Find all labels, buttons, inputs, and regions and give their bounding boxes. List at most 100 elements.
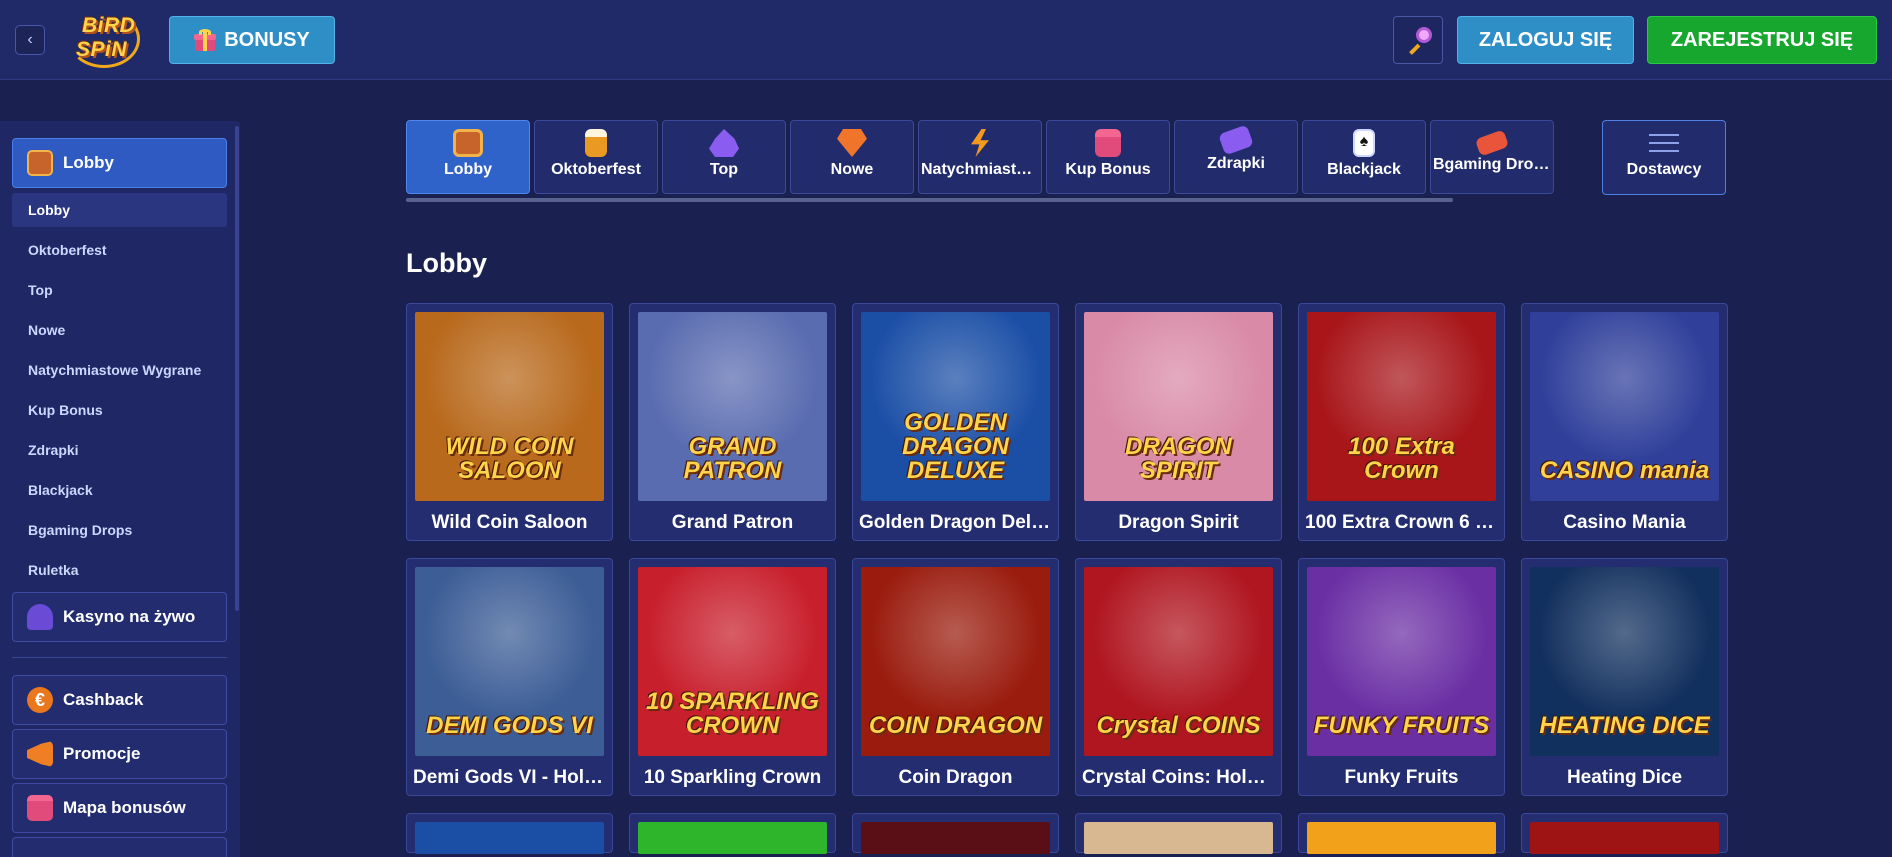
game-title: 10 Sparkling Crown xyxy=(643,767,822,788)
sidebar-subitem-nowe[interactable]: Nowe xyxy=(12,313,227,347)
game-card[interactable] xyxy=(1075,813,1282,854)
game-thumbnail[interactable]: DEMI GODS VI xyxy=(415,567,604,756)
game-thumbnail[interactable]: GRAND PATRON xyxy=(638,312,827,501)
game-thumbnail[interactable]: GOLDEN DRAGON DELUXE xyxy=(861,312,1050,501)
game-thumbnail-logo: CASINO mania xyxy=(1539,457,1710,484)
sidebar-item-promotions[interactable]: Promocje xyxy=(12,729,227,779)
game-card[interactable]: GOLDEN DRAGON DELUXE Golden Dragon Deluxe xyxy=(852,303,1059,541)
game-thumbnail-logo: 10 SPARKLING CROWN xyxy=(646,688,819,739)
game-thumbnail[interactable]: Crystal COINS xyxy=(1084,567,1273,756)
sidebar-subitem-buy-bonus[interactable]: Kup Bonus xyxy=(12,393,227,427)
game-title: Crystal Coins: Hold to Win xyxy=(1082,767,1275,788)
game-thumbnail-logo: HEATING DICE xyxy=(1539,712,1710,739)
game-card[interactable]: GRAND PATRON Grand Patron xyxy=(629,303,836,541)
game-thumbnail[interactable]: 10 SPARKLING CROWN xyxy=(638,567,827,756)
game-thumbnail[interactable]: CASINO mania xyxy=(1530,312,1719,501)
sidebar-item-cashback[interactable]: € Cashback xyxy=(12,675,227,725)
section-title: Lobby xyxy=(406,248,487,278)
sidebar-item-partial[interactable] xyxy=(12,837,227,857)
sidebar-scrollbar[interactable] xyxy=(235,126,239,611)
bonuses-label: BONUSY xyxy=(224,28,310,51)
tab-blackjack[interactable]: ♠ Blackjack xyxy=(1302,120,1426,194)
fire-icon xyxy=(709,129,739,157)
game-thumbnail[interactable] xyxy=(638,822,827,854)
bonuses-button[interactable]: BONUSY xyxy=(169,16,335,64)
ticket-icon xyxy=(1474,129,1510,157)
collapse-sidebar-button[interactable]: ‹ xyxy=(15,25,45,55)
tab-label: Blackjack xyxy=(1327,161,1401,178)
game-card[interactable] xyxy=(406,813,613,854)
sidebar-subitem-oktoberfest[interactable]: Oktoberfest xyxy=(12,233,227,267)
game-card[interactable]: DRAGON SPIRIT Dragon Spirit xyxy=(1075,303,1282,541)
register-button[interactable]: ZAREJESTRUJ SIĘ xyxy=(1647,16,1877,64)
game-thumbnail[interactable]: 100 Extra Crown xyxy=(1307,312,1496,501)
tab-label: Oktoberfest xyxy=(551,161,641,178)
game-thumbnail[interactable]: COIN DRAGON xyxy=(861,567,1050,756)
game-card[interactable] xyxy=(1298,813,1505,854)
sidebar-subitem-bgaming-drops[interactable]: Bgaming Drops xyxy=(12,513,227,547)
game-thumbnail[interactable] xyxy=(415,822,604,854)
game-card[interactable]: CASINO mania Casino Mania xyxy=(1521,303,1728,541)
search-icon-handle xyxy=(1409,43,1421,55)
tab-new[interactable]: Nowe xyxy=(790,120,914,194)
sidebar-subitem-blackjack[interactable]: Blackjack xyxy=(12,473,227,507)
game-card[interactable]: 100 Extra Crown 100 Extra Crown 6 Reels xyxy=(1298,303,1505,541)
game-thumbnail-logo: COIN DRAGON xyxy=(868,712,1043,739)
game-card[interactable] xyxy=(852,813,1059,854)
game-thumbnail[interactable]: WILD COIN SALOON xyxy=(415,312,604,501)
tab-lobby[interactable]: Lobby xyxy=(406,120,530,194)
tabs-scrollbar[interactable] xyxy=(406,198,1453,202)
game-card[interactable]: WILD COIN SALOON Wild Coin Saloon xyxy=(406,303,613,541)
providers-label: Dostawcy xyxy=(1626,161,1702,178)
game-thumbnail-logo: GRAND PATRON xyxy=(683,433,782,484)
game-thumbnail[interactable]: DRAGON SPIRIT xyxy=(1084,312,1273,501)
search-icon xyxy=(1416,27,1432,43)
game-title: 100 Extra Crown 6 Reels xyxy=(1305,512,1498,533)
game-card[interactable] xyxy=(629,813,836,854)
providers-button[interactable]: Dostawcy xyxy=(1602,120,1726,195)
sidebar-item-bonus-map[interactable]: Mapa bonusów xyxy=(12,783,227,833)
game-thumbnail[interactable] xyxy=(861,822,1050,854)
game-thumbnail[interactable]: HEATING DICE xyxy=(1530,567,1719,756)
tab-scratch[interactable]: Zdrapki xyxy=(1174,120,1298,194)
game-card[interactable] xyxy=(1521,813,1728,854)
tab-label: Zdrapki xyxy=(1207,155,1265,172)
tab-label: Bgaming Drops xyxy=(1433,156,1553,173)
game-title: Casino Mania xyxy=(1563,512,1686,533)
game-thumbnail[interactable] xyxy=(1530,822,1719,854)
game-thumbnail[interactable]: FUNKY FRUITS xyxy=(1307,567,1496,756)
game-card[interactable]: FUNKY FRUITS Funky Fruits xyxy=(1298,558,1505,796)
sidebar-item-live-casino[interactable]: Kasyno na żywo xyxy=(12,592,227,642)
game-thumbnail[interactable] xyxy=(1084,822,1273,854)
game-thumbnail-logo: DRAGON SPIRIT xyxy=(1125,433,1232,484)
search-button[interactable] xyxy=(1393,16,1443,64)
scratch-icon xyxy=(1218,124,1254,156)
tab-buy-bonus[interactable]: Kup Bonus xyxy=(1046,120,1170,194)
tab-bgaming-drops[interactable]: Bgaming Drops xyxy=(1430,120,1554,194)
game-card[interactable]: HEATING DICE Heating Dice xyxy=(1521,558,1728,796)
tab-top[interactable]: Top xyxy=(662,120,786,194)
game-thumbnail[interactable] xyxy=(1307,822,1496,854)
tab-instant-wins[interactable]: Natychmiastowe Wygrane xyxy=(918,120,1042,194)
sidebar-subitem-scratch[interactable]: Zdrapki xyxy=(12,433,227,467)
sidebar-item-lobby[interactable]: Lobby xyxy=(12,138,227,188)
birdspin-logo[interactable]: BiRD SPiN xyxy=(66,6,146,72)
sidebar-subitem-roulette[interactable]: Ruletka xyxy=(12,553,227,587)
sidebar-subitem-instant-wins[interactable]: Natychmiastowe Wygrane xyxy=(12,353,227,387)
game-title: Golden Dragon Deluxe xyxy=(859,512,1052,533)
tab-label: Top xyxy=(709,161,739,178)
game-title: Wild Coin Saloon xyxy=(431,512,588,533)
sidebar-subitem-top[interactable]: Top xyxy=(12,273,227,307)
sidebar-subitem-lobby[interactable]: Lobby xyxy=(12,193,227,227)
game-card[interactable]: Crystal COINS Crystal Coins: Hold to Win xyxy=(1075,558,1282,796)
game-thumbnail-logo: DEMI GODS VI xyxy=(426,712,593,739)
game-card[interactable]: DEMI GODS VI Demi Gods VI - Hold & Hit xyxy=(406,558,613,796)
diamond-icon xyxy=(837,129,867,157)
tab-oktoberfest[interactable]: Oktoberfest xyxy=(534,120,658,194)
tabs-fade-overlay xyxy=(1552,120,1602,204)
game-card[interactable]: 10 SPARKLING CROWN 10 Sparkling Crown xyxy=(629,558,836,796)
login-button[interactable]: ZALOGUJ SIĘ xyxy=(1457,16,1634,64)
game-card[interactable]: COIN DRAGON Coin Dragon xyxy=(852,558,1059,796)
tab-label: Kup Bonus xyxy=(1065,161,1151,178)
gift-icon xyxy=(27,795,53,821)
